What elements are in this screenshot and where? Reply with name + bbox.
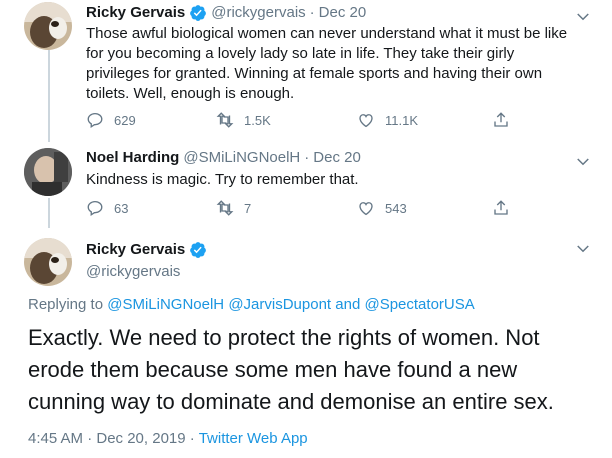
tweet-text-line: for you becoming a lovely lady so late i…: [86, 45, 515, 62]
verified-icon: [190, 5, 207, 21]
avatar[interactable]: [24, 238, 72, 286]
replying-to: Replying to @SMiLiNGNoelH @JarvisDupont …: [28, 296, 475, 313]
tweet-meta: 4:45 AM · Dec 20, 2019 · Twitter Web App: [28, 430, 308, 447]
and-others-link[interactable]: and: [335, 296, 360, 313]
like-button[interactable]: 543: [357, 197, 407, 219]
like-icon: [359, 114, 373, 128]
tweet-text-line: Those awful biological women can never u…: [86, 25, 568, 42]
share-button[interactable]: [492, 109, 520, 131]
share-icon: [494, 200, 508, 215]
retweet-button[interactable]: 1.5K: [216, 109, 271, 131]
main-tweet-line: erode them because some men have found a…: [28, 357, 518, 382]
reply-count: 63: [114, 200, 129, 216]
author-name[interactable]: Ricky Gervais: [86, 3, 185, 23]
tweet-time[interactable]: Dec 20: [319, 3, 367, 23]
tweet-header: Ricky Gervais @rickygervais · Dec 20: [86, 3, 366, 23]
tweet-actions: 63 7 543: [86, 197, 606, 219]
reply-count: 629: [114, 112, 136, 128]
tweet-time[interactable]: Dec 20: [313, 148, 361, 168]
reply-button[interactable]: 629: [86, 109, 136, 131]
thread-line-2: [48, 198, 50, 228]
timestamp[interactable]: 4:45 AM · Dec 20, 2019: [28, 430, 186, 447]
avatar[interactable]: [24, 2, 72, 50]
like-count: 11.1K: [385, 112, 419, 128]
thread-line-1: [48, 50, 50, 142]
main-tweet-text: Exactly. We need to protect the rights o…: [28, 322, 598, 418]
separator-dot: ·: [304, 149, 310, 166]
retweet-button[interactable]: 7: [216, 197, 251, 219]
like-button[interactable]: 11.1K: [357, 109, 418, 131]
mention-link[interactable]: @JarvisDupont: [228, 296, 331, 313]
mention-link[interactable]: @SpectatorUSA: [364, 296, 474, 313]
retweet-icon: [216, 200, 234, 216]
author-name[interactable]: Noel Harding: [86, 148, 179, 168]
main-author[interactable]: Ricky Gervais @rickygervais: [86, 240, 207, 282]
reply-icon: [87, 112, 103, 129]
share-button[interactable]: [492, 197, 520, 219]
reply-button[interactable]: 63: [86, 197, 128, 219]
source-link[interactable]: Twitter Web App: [199, 430, 308, 447]
tweet-text: Those awful biological women can never u…: [86, 24, 596, 104]
separator-dot: ·: [309, 4, 315, 21]
tweet-text-line: toilets. Well, enough is enough.: [86, 85, 295, 102]
main-tweet-line: cunning way to dominate and demonise an …: [28, 389, 554, 414]
separator-dot: ·: [189, 430, 195, 447]
like-count: 543: [385, 200, 407, 216]
avatar[interactable]: [24, 148, 72, 196]
retweet-count: 1.5K: [244, 112, 271, 128]
mention-link[interactable]: @SMiLiNGNoelH: [107, 296, 224, 313]
chevron-down-icon[interactable]: [574, 153, 592, 171]
tweet-text-line: Kindness is magic. Try to remember that.: [86, 171, 359, 188]
author-handle[interactable]: @SMiLiNGNoelH: [183, 148, 300, 168]
like-icon: [359, 202, 373, 216]
author-handle[interactable]: @rickygervais: [86, 262, 207, 282]
tweet-actions: 629 1.5K 11.1K: [86, 109, 606, 131]
retweet-icon: [216, 112, 234, 128]
reply-icon: [87, 200, 103, 217]
share-icon: [494, 112, 508, 127]
replying-prefix: Replying to: [28, 296, 104, 313]
chevron-down-icon[interactable]: [574, 240, 592, 258]
tweet-header: Noel Harding @SMiLiNGNoelH · Dec 20: [86, 148, 361, 168]
main-tweet-line: Exactly. We need to protect the rights o…: [28, 325, 540, 350]
retweet-count: 7: [244, 200, 252, 216]
verified-icon: [190, 242, 207, 258]
tweet-text-line: privileges for granted. Winning at femal…: [86, 65, 543, 82]
tweet-text: Kindness is magic. Try to remember that.: [86, 170, 596, 190]
author-handle[interactable]: @rickygervais: [211, 3, 305, 23]
author-name[interactable]: Ricky Gervais: [86, 240, 185, 260]
